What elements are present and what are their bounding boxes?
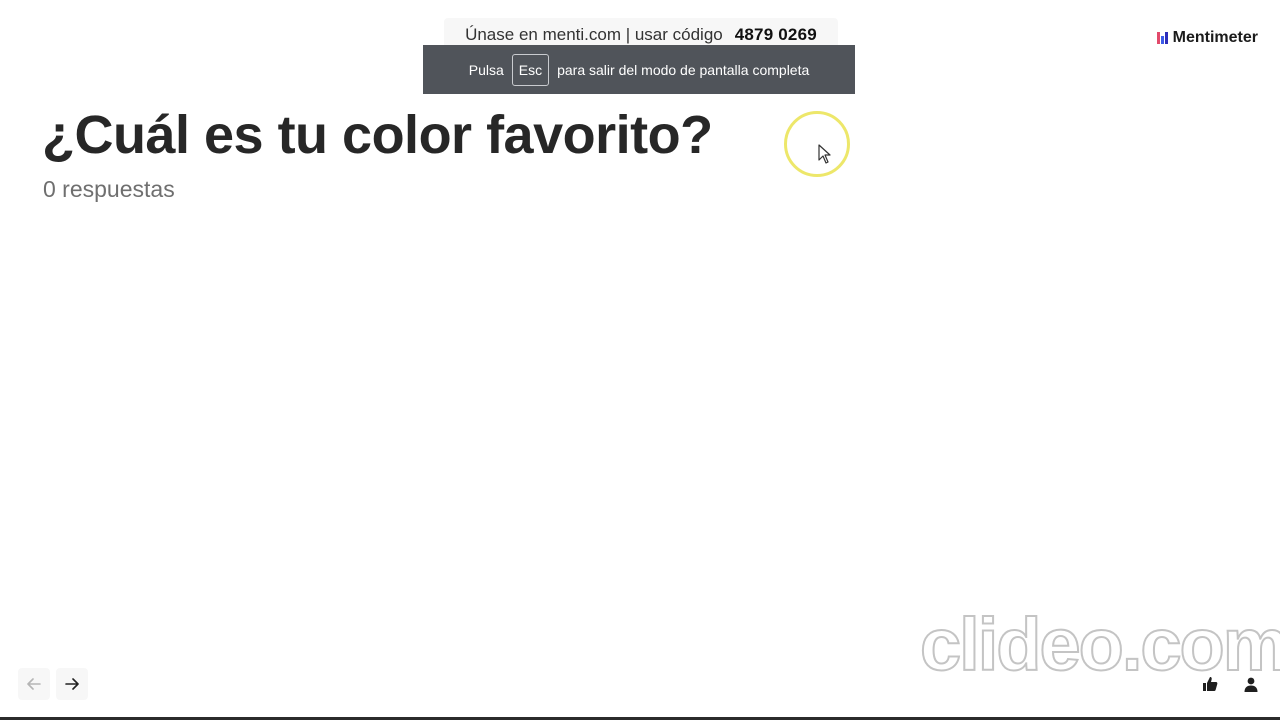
toast-suffix: para salir del modo de pantalla completa	[557, 61, 810, 78]
toast-prefix: Pulsa	[468, 61, 504, 78]
person-icon[interactable]	[1244, 677, 1258, 692]
corner-actions	[1202, 676, 1258, 692]
clideo-watermark: clideo.com	[919, 603, 1280, 686]
join-code: 4879 0269	[734, 25, 817, 44]
arrow-left-icon	[27, 678, 41, 690]
mentimeter-brand: Mentimeter	[1156, 29, 1258, 47]
response-count: 0 respuestas	[43, 176, 175, 202]
next-slide-button[interactable]	[56, 668, 88, 700]
presentation-stage: Únase en menti.com | usar código 4879 02…	[0, 0, 1280, 720]
esc-key-hint: Esc	[511, 53, 550, 86]
fullscreen-exit-toast: Pulsa Esc para salir del modo de pantall…	[423, 45, 855, 94]
mentimeter-logo-icon	[1156, 32, 1168, 44]
join-instructions-text: Únase en menti.com | usar código	[465, 25, 723, 44]
mouse-pointer-icon	[818, 144, 831, 164]
arrow-right-icon	[65, 678, 79, 690]
previous-slide-button[interactable]	[18, 668, 50, 700]
cursor-highlight-ring	[784, 111, 850, 177]
question-title: ¿Cuál es tu color favorito?	[42, 105, 713, 165]
brand-name: Mentimeter	[1172, 29, 1258, 46]
thumbs-up-icon[interactable]	[1202, 676, 1218, 692]
slide-navigation	[18, 668, 88, 700]
